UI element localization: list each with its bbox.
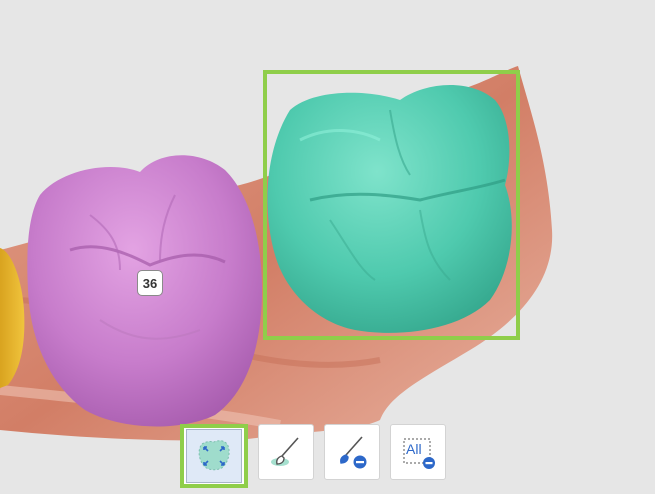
auto-segment-button-face bbox=[186, 429, 242, 483]
tooth-expand-icon bbox=[198, 440, 230, 471]
clear-all-button[interactable]: All bbox=[390, 424, 446, 480]
3d-viewport[interactable]: 36 bbox=[0, 0, 655, 494]
brush-remove-icon bbox=[340, 436, 367, 469]
selection-box bbox=[263, 70, 520, 340]
brush-add-icon bbox=[271, 437, 299, 466]
tooth-number-label[interactable]: 36 bbox=[137, 270, 163, 296]
erase-brush-button[interactable] bbox=[324, 424, 380, 480]
clear-all-label: All bbox=[406, 441, 422, 457]
paint-brush-button[interactable] bbox=[258, 424, 314, 480]
auto-segment-button[interactable] bbox=[180, 424, 248, 488]
segmentation-toolbar: All bbox=[180, 424, 446, 488]
